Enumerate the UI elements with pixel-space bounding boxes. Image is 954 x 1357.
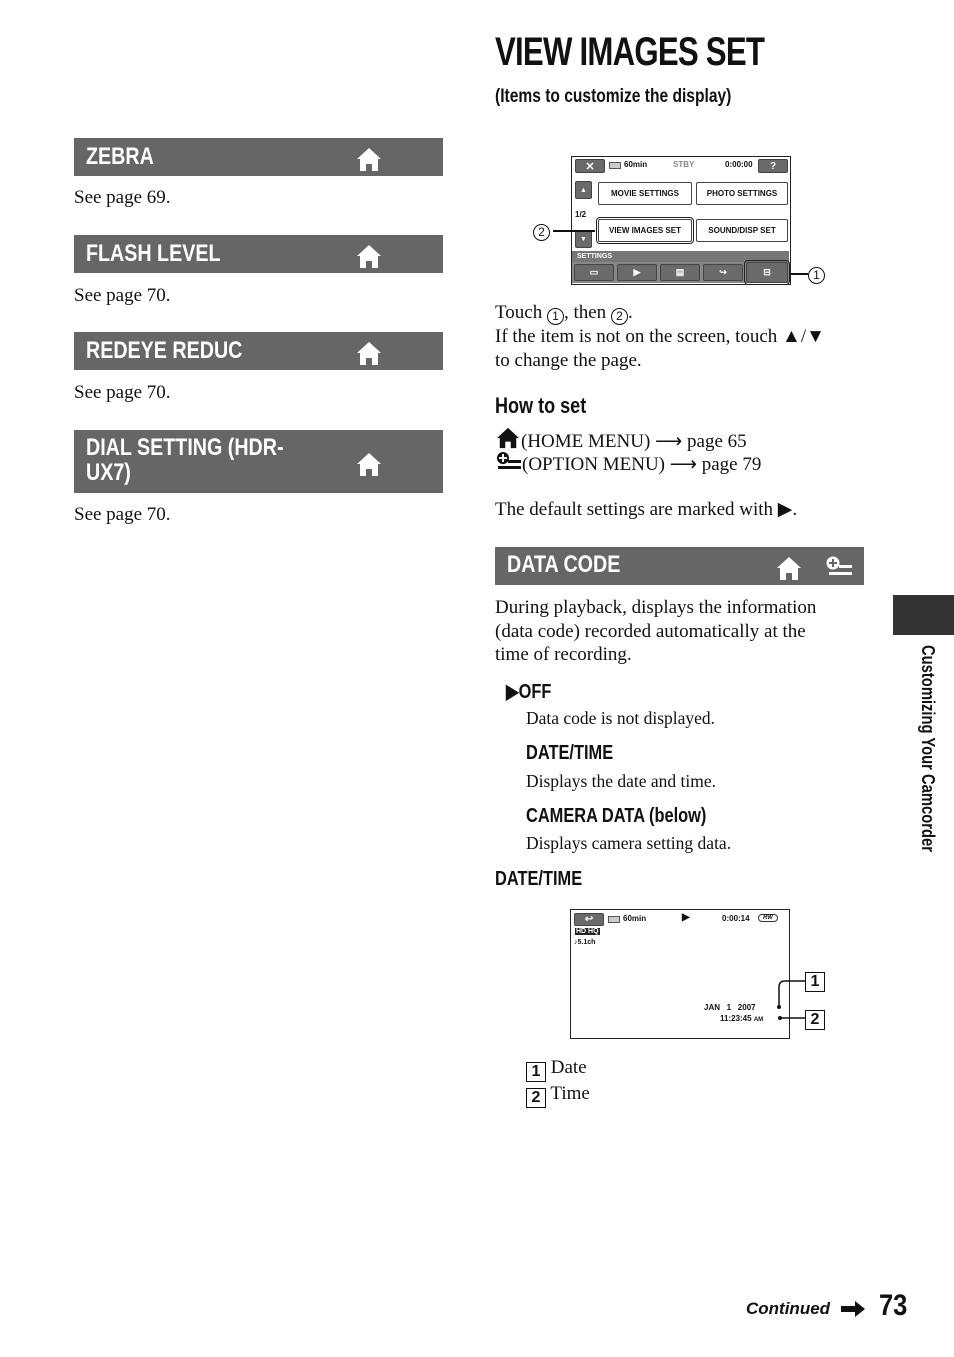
connect-tab[interactable]: ↪ (703, 264, 743, 281)
default-settings-note: The default settings are marked with ▶. (495, 499, 798, 520)
legend-item-date: 1 Date (526, 1056, 587, 1082)
callout-1: 1 (808, 264, 825, 284)
settings-toolbox-tab[interactable]: ⊟ (744, 260, 790, 285)
category-label: SETTINGS (572, 251, 789, 262)
example-heading: DATE/TIME (495, 868, 583, 890)
home-icon (497, 427, 519, 449)
data-code-description-line3: time of recording. (495, 644, 632, 665)
battery-remaining: 60min (623, 914, 647, 923)
step-1-marker: 1 (546, 307, 564, 325)
page-up-button[interactable]: ▲ (575, 181, 592, 199)
section-title: FLASH LEVEL (86, 240, 221, 267)
page-change-instruction: If the item is not on the screen, touch … (495, 326, 825, 347)
others-tab[interactable]: ▤ (660, 264, 700, 281)
data-code-description-line1: During playback, displays the informatio… (495, 597, 817, 618)
movie-settings-button[interactable]: MOVIE SETTINGS (598, 182, 692, 205)
section-title: DATA CODE (507, 551, 621, 578)
callout-line-2 (553, 230, 595, 232)
section-title-line1: DIAL SETTING (HDR- (86, 434, 284, 461)
battery-icon (609, 162, 621, 169)
option-menu-icon (826, 556, 852, 575)
callout-time-marker: 2 (805, 1008, 825, 1030)
callout-2: 2 (533, 221, 550, 241)
section-text: See page 70. (74, 504, 171, 525)
page-subtitle: (Items to customize the display) (495, 86, 732, 107)
section-header-dial-setting: DIAL SETTING (HDR- UX7) (74, 430, 443, 493)
step-2-marker: 2 (610, 307, 628, 325)
help-button[interactable]: ? (758, 159, 788, 173)
timecode: 0:00:00 (725, 160, 753, 169)
data-code-description-line2: (data code) recorded automatically at th… (495, 621, 806, 642)
home-icon (777, 557, 801, 580)
section-text: See page 70. (74, 382, 171, 403)
page-title: VIEW IMAGES SET (495, 30, 765, 74)
option-menu-reference: (OPTION MENU) ⟶ page 79 (495, 451, 761, 477)
section-header-redeye-reduc: REDEYE REDUC (74, 332, 443, 370)
battery-remaining: 60min (624, 160, 648, 169)
callout-line-1 (790, 273, 808, 275)
chapter-side-label: Customizing Your Camcorder (918, 645, 938, 852)
photo-settings-button[interactable]: PHOTO SETTINGS (696, 182, 788, 205)
status-text: STBY (673, 160, 695, 169)
home-icon (357, 342, 381, 365)
media-rw-icon: RW (758, 914, 778, 922)
option-date-time-label: DATE/TIME (526, 742, 614, 764)
how-to-set-heading: How to set (495, 393, 587, 418)
home-icon (357, 245, 381, 268)
option-camera-data-desc: Displays camera setting data. (526, 833, 732, 853)
play-indicator: ▶ (682, 912, 690, 923)
page-change-instruction-2: to change the page. (495, 350, 642, 371)
battery-icon (608, 916, 620, 923)
playback-screen-illustration: ↩ 60min ▶ 0:00:14 RW HD HQ ♪5.1ch JAN 1 … (570, 909, 790, 1039)
close-button[interactable]: ✕ (575, 159, 605, 173)
home-icon (357, 453, 381, 476)
section-text: See page 70. (74, 285, 171, 306)
home-icon (357, 148, 381, 171)
continued-label: Continued (746, 1299, 831, 1318)
touch-instruction: Touch 1, then 2. (495, 302, 633, 325)
settings-screen-illustration: ✕ 60min STBY 0:00:00 ? ▲ 1/2 ▼ MOVIE SET… (571, 156, 791, 285)
section-text: See page 69. (74, 187, 171, 208)
arrow-right-icon (841, 1301, 865, 1317)
section-title: REDEYE REDUC (86, 337, 243, 364)
section-header-zebra: ZEBRA (74, 138, 443, 176)
quality-icon: HD HQ (575, 928, 600, 935)
recorded-time: 11:23:45 AM (720, 1014, 764, 1023)
back-button[interactable]: ↩ (574, 913, 604, 926)
sound-disp-set-button[interactable]: SOUND/DISP SET (696, 219, 788, 242)
camera-tab[interactable]: ▭ (574, 264, 614, 281)
chapter-tab-marker (893, 595, 954, 635)
view-images-set-button[interactable]: VIEW IMAGES SET (596, 217, 694, 244)
option-off-label: ▶OFF (506, 681, 552, 703)
option-menu-icon (497, 452, 521, 469)
recorded-date: JAN 1 2007 (704, 1003, 756, 1012)
callout-date-marker: 1 (805, 970, 825, 992)
section-title: ZEBRA (86, 143, 154, 170)
option-off-desc: Data code is not displayed. (526, 708, 716, 728)
legend-item-time: 2 Time (526, 1082, 590, 1108)
page-indicator: 1/2 (575, 210, 587, 219)
home-menu-reference: (HOME MENU) ⟶ page 65 (495, 427, 747, 454)
option-date-time-desc: Displays the date and time. (526, 771, 717, 791)
page-number: 73 (879, 1289, 908, 1322)
section-header-data-code: DATA CODE (495, 547, 864, 585)
timecode: 0:00:14 (722, 914, 750, 923)
section-title-line2: UX7) (86, 459, 131, 486)
page-down-button[interactable]: ▼ (575, 230, 592, 248)
option-camera-data-label: CAMERA DATA (below) (526, 805, 707, 827)
section-header-flash-level: FLASH LEVEL (74, 235, 443, 273)
audio-mode: ♪5.1ch (574, 939, 596, 946)
playback-tab[interactable]: ▶ (617, 264, 657, 281)
